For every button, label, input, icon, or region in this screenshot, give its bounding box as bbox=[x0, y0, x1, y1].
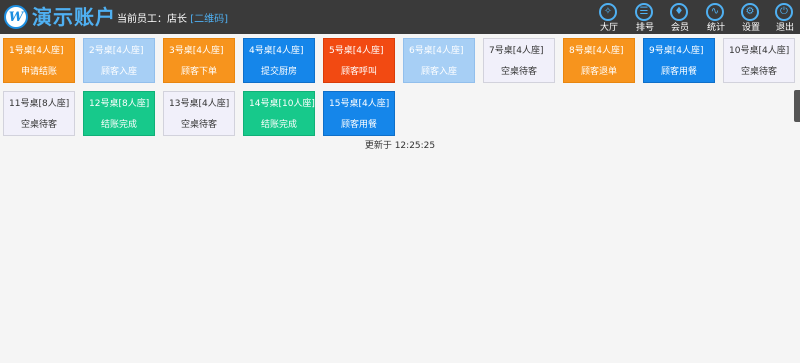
table-tile-3[interactable]: 3号桌[4人座] 顾客下单 bbox=[163, 38, 235, 83]
nav-lobby[interactable]: ✧ 大厅 bbox=[595, 2, 623, 34]
table-status: 顾客退单 bbox=[580, 67, 617, 77]
table-status: 顾客入座 bbox=[420, 67, 457, 77]
table-status: 提交厨房 bbox=[260, 67, 297, 77]
table-status: 空桌待客 bbox=[20, 120, 57, 130]
current-staff: 当前员工：店长 [二维码] bbox=[117, 13, 228, 27]
table-name: 7号桌[4人座] bbox=[489, 46, 544, 56]
table-status: 顾客呼叫 bbox=[340, 67, 377, 77]
member-icon: ♦ bbox=[670, 3, 688, 21]
table-name: 15号桌[4人座] bbox=[329, 99, 390, 109]
nav-queue[interactable]: ☰ 排号 bbox=[631, 2, 659, 34]
table-status: 顾客用餐 bbox=[660, 67, 697, 77]
table-name: 14号桌[10人座] bbox=[249, 99, 315, 109]
table-name: 8号桌[4人座] bbox=[569, 46, 624, 56]
table-name: 10号桌[4人座] bbox=[729, 46, 790, 56]
nav-stats-label: 统计 bbox=[706, 23, 725, 33]
nav-member-label: 会员 bbox=[670, 23, 689, 33]
table-tile-4[interactable]: 4号桌[4人座] 提交厨房 bbox=[243, 38, 315, 83]
qr-code-link[interactable]: [二维码] bbox=[190, 14, 228, 25]
table-tile-8[interactable]: 8号桌[4人座] 顾客退单 bbox=[563, 38, 635, 83]
side-drawer-handle[interactable] bbox=[794, 90, 800, 122]
table-status: 空桌待客 bbox=[500, 67, 537, 77]
logo-icon: W bbox=[4, 5, 28, 29]
table-status: 顾客用餐 bbox=[340, 120, 377, 130]
nav-lobby-label: 大厅 bbox=[599, 23, 618, 33]
table-tile-5[interactable]: 5号桌[4人座] 顾客呼叫 bbox=[323, 38, 395, 83]
nav-stats[interactable]: ∿ 统计 bbox=[702, 2, 730, 34]
chart-icon: ∿ bbox=[706, 3, 724, 21]
table-status: 空桌待客 bbox=[740, 67, 777, 77]
gear-icon: ⚙ bbox=[741, 3, 759, 21]
table-name: 6号桌[4人座] bbox=[409, 46, 464, 56]
table-tile-15[interactable]: 15号桌[4人座] 顾客用餐 bbox=[323, 91, 395, 136]
nav-queue-label: 排号 bbox=[635, 23, 654, 33]
nav-settings[interactable]: ⚙ 设置 bbox=[737, 2, 765, 34]
table-tile-7[interactable]: 7号桌[4人座] 空桌待客 bbox=[483, 38, 555, 83]
table-status: 结账完成 bbox=[260, 120, 297, 130]
app-title: 演示账户 bbox=[32, 5, 116, 29]
table-name: 11号桌[8人座] bbox=[9, 99, 70, 109]
table-name: 9号桌[4人座] bbox=[649, 46, 704, 56]
table-name: 3号桌[4人座] bbox=[169, 46, 224, 56]
table-status: 申请结账 bbox=[20, 67, 57, 77]
table-tile-11[interactable]: 11号桌[8人座] 空桌待客 bbox=[3, 91, 75, 136]
table-status: 顾客下单 bbox=[180, 67, 217, 77]
table-status: 空桌待客 bbox=[180, 120, 217, 130]
table-status: 结账完成 bbox=[100, 120, 137, 130]
staff-label: 当前员工：店长 bbox=[117, 14, 187, 25]
top-bar: W 演示账户 当前员工：店长 [二维码] ✧ 大厅 ☰ 排号 ♦ 会员 ∿ 统计… bbox=[0, 0, 800, 34]
nav-exit-label: 退出 bbox=[775, 23, 794, 33]
table-tile-2[interactable]: 2号桌[4人座] 顾客入座 bbox=[83, 38, 155, 83]
table-tile-13[interactable]: 13号桌[4人座] 空桌待客 bbox=[163, 91, 235, 136]
queue-icon: ☰ bbox=[635, 3, 653, 21]
table-tile-6[interactable]: 6号桌[4人座] 顾客入座 bbox=[403, 38, 475, 83]
table-name: 2号桌[4人座] bbox=[89, 46, 144, 56]
table-tile-14[interactable]: 14号桌[10人座] 结账完成 bbox=[243, 91, 315, 136]
compass-icon: ✧ bbox=[599, 3, 617, 21]
table-name: 12号桌[8人座] bbox=[89, 99, 150, 109]
nav-exit[interactable]: ⏻ 退出 bbox=[771, 2, 799, 34]
exit-icon: ⏻ bbox=[775, 3, 793, 21]
table-name: 4号桌[4人座] bbox=[249, 46, 304, 56]
table-tile-10[interactable]: 10号桌[4人座] 空桌待客 bbox=[723, 38, 795, 83]
nav-member[interactable]: ♦ 会员 bbox=[666, 2, 694, 34]
table-tile-9[interactable]: 9号桌[4人座] 顾客用餐 bbox=[643, 38, 715, 83]
last-updated: 更新于 12:25:25 bbox=[364, 141, 436, 151]
table-status: 顾客入座 bbox=[100, 67, 137, 77]
table-name: 13号桌[4人座] bbox=[169, 99, 230, 109]
table-tile-12[interactable]: 12号桌[8人座] 结账完成 bbox=[83, 91, 155, 136]
table-name: 5号桌[4人座] bbox=[329, 46, 384, 56]
table-name: 1号桌[4人座] bbox=[9, 46, 64, 56]
table-tile-1[interactable]: 1号桌[4人座] 申请结账 bbox=[3, 38, 75, 83]
